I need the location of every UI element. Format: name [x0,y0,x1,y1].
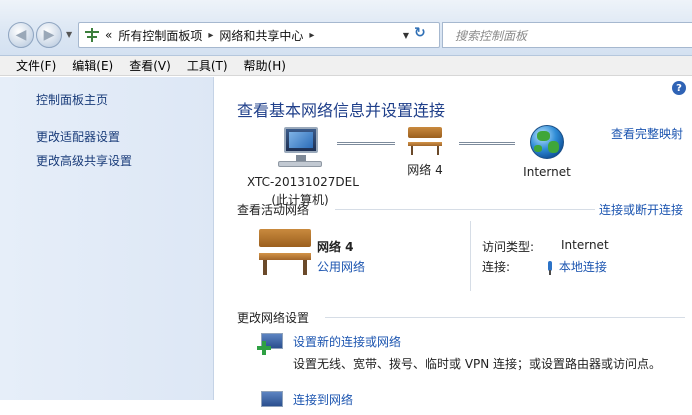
forward-arrow-icon: ▶ [43,27,55,43]
sidebar: 控制面板主页 更改适配器设置 更改高级共享设置 [0,77,214,400]
menu-tools[interactable]: 工具(T) [179,57,236,74]
change-settings-title: 更改网络设置 [237,311,310,325]
see-full-map-link[interactable]: 查看完整映射 [611,125,683,142]
globe-icon [530,125,564,159]
breadcrumb-overflow[interactable]: « [105,28,112,42]
network-type-link[interactable]: 公用网络 [317,258,365,275]
vertical-divider [470,221,471,291]
connect-to-network-icon [257,389,285,415]
connection-line [337,142,395,145]
new-connection-icon [257,331,285,357]
back-button[interactable]: ◀ [8,22,34,48]
plug-icon [545,260,555,275]
local-connection-link[interactable]: 本地连接 [545,258,607,275]
local-connection-label: 本地连接 [558,260,607,274]
recent-pages-dropdown-icon[interactable]: ▼ [66,30,72,39]
breadcrumb-item-all-control-panel[interactable]: 所有控制面板项 [118,27,202,44]
menu-file[interactable]: 文件(F) [8,57,64,74]
access-type-label: 访问类型: [482,240,535,254]
forward-button[interactable]: ▶ [36,22,62,48]
access-type-value: Internet [561,238,609,252]
active-networks-title: 查看活动网络 [237,203,310,217]
internet-name: Internet [523,165,571,179]
sidebar-item-change-adapter-settings[interactable]: 更改适配器设置 [36,128,120,145]
setup-new-connection-link[interactable]: 设置新的连接或网络 [293,333,401,350]
sidebar-item-control-panel-home[interactable]: 控制面板主页 [36,91,108,108]
control-panel-icon [85,28,99,42]
map-node-computer[interactable]: XTC-20131027DEL (此计算机) [247,125,359,208]
connect-disconnect-link[interactable]: 连接或断开连接 [599,201,683,218]
menu-bar: 文件(F) 编辑(E) 查看(V) 工具(T) 帮助(H) [0,56,692,76]
section-divider [335,209,595,210]
connections-label: 连接: [482,260,511,274]
section-divider [325,317,685,318]
main-content: ? 查看基本网络信息并设置连接 查看完整映射 XTC-20131027DEL (… [215,77,692,407]
map-node-network[interactable]: 网络 4 [397,127,453,178]
setup-new-connection-description: 设置无线、宽带、拨号、临时或 VPN 连接；或设置路由器或访问点。 [293,357,662,371]
bench-network-icon [259,229,311,275]
network-name: 网络 4 [407,163,443,177]
page-title: 查看基本网络信息并设置连接 [237,101,446,120]
sidebar-item-change-advanced-sharing[interactable]: 更改高级共享设置 [36,152,132,169]
active-network-name: 网络 4 [317,240,354,254]
breadcrumb[interactable]: « 所有控制面板项 ▸ 网络和共享中心 ▸ ▼ [78,22,440,48]
address-dropdown-icon[interactable]: ▼ [403,31,409,40]
menu-help[interactable]: 帮助(H) [236,57,294,74]
map-node-internet[interactable]: Internet [511,125,583,179]
connection-line [459,142,515,145]
address-bar: ◀ ▶ ▼ « 所有控制面板项 ▸ 网络和共享中心 ▸ ▼ ↻ 搜索控制面板 [0,0,692,56]
menu-edit[interactable]: 编辑(E) [64,57,121,74]
breadcrumb-separator-icon[interactable]: ▸ [309,30,314,41]
help-icon[interactable]: ? [672,81,686,95]
computer-name: XTC-20131027DEL [247,175,359,189]
menu-view[interactable]: 查看(V) [121,57,179,74]
computer-icon [272,125,328,171]
back-arrow-icon: ◀ [15,27,27,43]
bench-network-icon [408,127,442,155]
breadcrumb-item-current[interactable]: 网络和共享中心 [219,27,303,44]
refresh-icon[interactable]: ↻ [414,25,426,41]
breadcrumb-separator-icon[interactable]: ▸ [208,30,213,41]
search-input[interactable]: 搜索控制面板 [442,22,692,48]
